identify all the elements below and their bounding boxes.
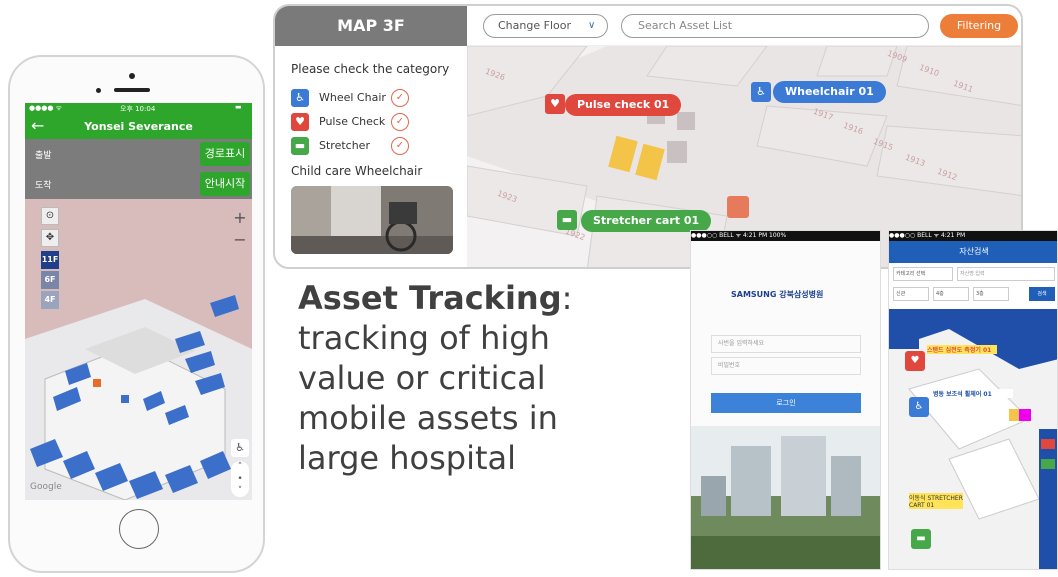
headline-text: Asset Tracking: tracking of high value o… <box>298 278 598 478</box>
category-pulse-check[interactable]: ♥ Pulse Check ✓ <box>291 112 466 132</box>
earpiece-speaker <box>114 88 150 92</box>
stretcher-icon[interactable]: ▬ <box>557 210 577 230</box>
route-panel: 출발 경로표시 도착 안내시작 <box>25 139 252 199</box>
heart-pulse-icon: ♥ <box>291 113 309 131</box>
change-floor-select[interactable]: Change Floor ∨ <box>483 14 608 38</box>
wheelchair-icon: ♿ <box>291 89 309 107</box>
accessibility-icon[interactable]: ♿ <box>231 439 249 457</box>
change-floor-label: Change Floor <box>498 19 571 32</box>
headline-bold: Asset Tracking <box>298 279 562 317</box>
login-button[interactable]: 로그인 <box>711 393 861 413</box>
category-name: Wheel Chair <box>319 91 386 104</box>
category-name: Stretcher <box>319 139 370 152</box>
hospital-building-photo <box>691 426 880 569</box>
stretcher-icon[interactable]: ▬ <box>911 529 931 549</box>
wheelchair-icon[interactable]: ♿ <box>909 397 929 417</box>
destination-label: 도착 <box>35 181 52 191</box>
phone-device: ●●●● ᯤ 오후 10:04 ▬ ← Yonsei Severance 출발 … <box>8 55 265 573</box>
check-circle-icon[interactable]: ✓ <box>391 113 409 131</box>
check-circle-icon[interactable]: ✓ <box>391 137 409 155</box>
building-select[interactable]: 신관 <box>893 287 929 301</box>
marker-pulse-check-01[interactable]: Pulse check 01 <box>565 94 682 116</box>
label-stand-ecg[interactable]: 스탠드 심전도 측정기 01 <box>927 345 997 354</box>
subfloor-select[interactable]: 3층 <box>973 287 1009 301</box>
start-guide-button[interactable]: 안내시작 <box>200 172 250 196</box>
floor-button-11f[interactable]: 11F <box>41 251 59 269</box>
compass-icon[interactable]: ✥ <box>41 229 59 247</box>
status-time: 오후 10:04 <box>120 105 156 113</box>
category-heading: Please check the category <box>291 62 450 76</box>
route-row-start: 출발 경로표시 <box>25 139 252 169</box>
child-care-heading: Child care Wheelchair <box>291 164 423 178</box>
floor-select[interactable]: 4층 <box>933 287 969 301</box>
search-asset-input[interactable]: Search Asset List <box>621 14 929 38</box>
carrier-signal: ●●●● ᯤ <box>29 104 63 112</box>
filter-area: 카테고리 선택 자산명 입력 신관 4층 3층 검색 <box>889 263 1057 309</box>
home-button[interactable] <box>119 509 159 549</box>
category-stretcher[interactable]: ▬ Stretcher ✓ <box>291 136 466 156</box>
floor-button-4f[interactable]: 4F <box>41 291 59 309</box>
filtering-button[interactable]: Filtering <box>940 14 1018 38</box>
category-select[interactable]: 카테고리 선택 <box>893 267 953 281</box>
label-stretcher-cart[interactable]: 이동식 STRETCHER CART 01 <box>909 493 963 509</box>
building-3d-map <box>25 295 252 500</box>
stretcher-icon: ▬ <box>291 137 309 155</box>
route-row-destination: 도착 안내시작 <box>25 169 252 199</box>
front-camera <box>129 73 135 79</box>
password-input[interactable]: 비밀번호 <box>711 357 861 375</box>
asset-name-input[interactable]: 자산명 입력 <box>957 267 1055 281</box>
battery-icon: ▬ <box>235 103 242 111</box>
heart-pulse-icon[interactable]: ♥ <box>905 351 925 371</box>
map-title: MAP 3F <box>275 6 467 46</box>
asset-search-phone-screen: ●●●○○ BELL ᯤ 4:21 PM 자산검색 카테고리 선택 자산명 입력… <box>888 230 1058 570</box>
wheelchair-photo-art <box>291 186 453 254</box>
category-sidebar: Please check the category ♿ Wheel Chair … <box>275 46 467 267</box>
toolbar: Change Floor ∨ Search Asset List Filteri… <box>467 6 1021 46</box>
start-label: 출발 <box>35 151 52 161</box>
status-bar: ●●●○○ BELL ᯤ 4:21 PM 100% <box>691 231 880 241</box>
app-title: Yonsei Severance <box>84 120 193 133</box>
status-bar: ●●●○○ BELL ᯤ 4:21 PM <box>889 231 1057 241</box>
floor-scroll-icon[interactable]: ˄ • ˅ <box>231 461 249 497</box>
chevron-down-icon: ∨ <box>588 20 596 31</box>
zoom-out-button[interactable]: − <box>231 231 249 249</box>
heart-pulse-icon[interactable]: ♥ <box>545 94 565 114</box>
login-phone-screen: ●●●○○ BELL ᯤ 4:21 PM 100% SAMSUNG 강북삼성병원… <box>690 230 881 570</box>
id-input[interactable]: 사번을 입력하세요 <box>711 335 861 353</box>
hospital-brand: SAMSUNG 강북삼성병원 <box>731 290 824 299</box>
sensor-dot <box>96 88 101 93</box>
indoor-map[interactable]: ⊙ ✥ 11F 6F 4F + − ♿ ˄ • ˅ Google <box>25 199 252 500</box>
marker-wheelchair-01[interactable]: Wheelchair 01 <box>773 81 886 103</box>
wheelchair-photo <box>291 186 453 254</box>
label-ward-wheelchair[interactable]: 병동 보조석 휠체어 01 <box>933 389 1013 398</box>
location-icon[interactable]: ⊙ <box>41 207 59 225</box>
asset-map[interactable]: ♥ 스탠드 심전도 측정기 01 ♿ 병동 보조석 휠체어 01 ▬ 이동식 S… <box>889 309 1057 569</box>
search-button[interactable]: 검색 <box>1029 287 1055 301</box>
status-bar: ●●●● ᯤ 오후 10:04 ▬ <box>25 103 252 115</box>
category-wheelchair[interactable]: ♿ Wheel Chair ✓ <box>291 88 466 108</box>
show-route-button[interactable]: 경로표시 <box>200 142 250 166</box>
marker-stretcher-cart-01[interactable]: Stretcher cart 01 <box>581 210 712 232</box>
google-attribution: Google <box>30 482 62 492</box>
wheelchair-icon[interactable]: ♿ <box>751 82 771 102</box>
check-circle-icon[interactable]: ✓ <box>391 89 409 107</box>
asset-search-title: 자산검색 <box>889 241 1057 263</box>
app-bar: ← Yonsei Severance <box>25 115 252 139</box>
zoom-in-button[interactable]: + <box>231 209 249 227</box>
floor-button-6f[interactable]: 6F <box>41 271 59 289</box>
category-name: Pulse Check <box>319 115 386 128</box>
phone-screen: ●●●● ᯤ 오후 10:04 ▬ ← Yonsei Severance 출발 … <box>25 103 252 500</box>
